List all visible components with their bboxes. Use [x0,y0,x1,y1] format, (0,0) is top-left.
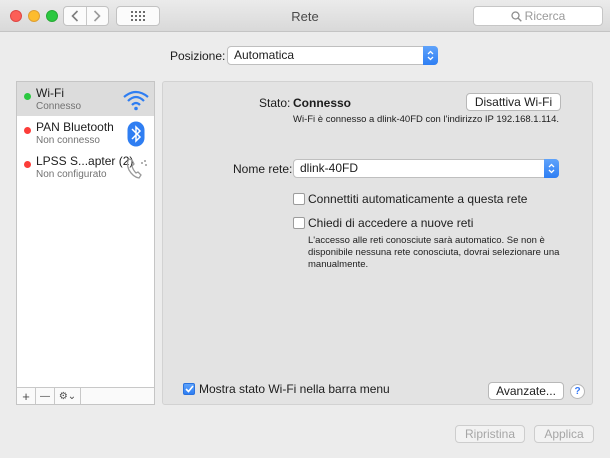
service-list: Wi-Fi Connesso PAN Bluetooth Non conness… [16,81,155,405]
auto-join-label: Connettiti automaticamente a questa rete [308,192,528,206]
search-icon [511,10,522,22]
network-name-label: Nome rete: [233,162,293,176]
title-bar: Rete Ricerca [0,0,610,32]
status-dot-green [24,93,31,100]
ask-join-description-line-3: manualmente. [308,259,369,270]
bluetooth-icon [122,120,150,148]
apply-button[interactable]: Applica [534,425,594,443]
status-description: Wi-Fi è connesso a dlink-40FD con l'indi… [293,114,560,125]
add-service-button[interactable]: + [17,388,36,404]
location-value: Automatica [234,48,295,62]
show-menu-checkbox[interactable] [183,383,195,395]
gear-menu-button[interactable]: ⚙︎⌄ [55,388,81,404]
ask-join-checkbox[interactable] [293,217,305,229]
disable-wifi-button[interactable]: Disattiva Wi-Fi [466,93,561,111]
phone-icon [122,154,150,182]
ask-join-description-line-1: L'accesso alle reti conosciute sarà auto… [308,235,545,246]
location-label: Posizione: [170,49,226,63]
ask-join-label: Chiedi di accedere a nuove reti [308,216,474,230]
updown-icon [423,46,438,65]
wifi-icon [122,86,150,114]
status-label: Stato: [259,96,291,110]
updown-icon [544,159,559,178]
checkmark-icon [184,385,194,393]
ask-join-description-line-2: disponibile nessuna rete conosciuta, dov… [308,247,560,258]
search-input[interactable]: Ricerca [473,6,603,26]
service-item-lpss[interactable]: LPSS S...apter (2) Non configurato [17,150,154,184]
service-status: Non configurato [36,169,107,180]
status-dot-red [24,161,31,168]
service-status: Non connesso [36,135,100,146]
service-name: Wi-Fi [36,86,64,100]
search-placeholder: Ricerca [524,9,566,23]
revert-button[interactable]: Ripristina [455,425,525,443]
detail-panel: Stato: Connesso Disattiva Wi-Fi Wi-Fi è … [162,81,593,405]
service-status: Connesso [36,101,82,112]
service-name: LPSS S...apter (2) [36,154,134,168]
network-select[interactable]: dlink-40FD [293,159,559,178]
remove-service-button[interactable]: — [36,388,55,404]
help-button[interactable]: ? [570,384,585,399]
list-toolbar: + — ⚙︎⌄ [17,387,154,404]
service-item-wifi[interactable]: Wi-Fi Connesso [17,82,154,116]
network-value: dlink-40FD [300,161,359,175]
auto-join-checkbox[interactable] [293,193,305,205]
service-item-bluetooth[interactable]: PAN Bluetooth Non connesso [17,116,154,150]
service-name: PAN Bluetooth [36,120,114,134]
location-select[interactable]: Automatica [227,46,438,65]
advanced-button[interactable]: Avanzate... [488,382,564,400]
status-value: Connesso [293,96,352,110]
status-dot-red [24,127,31,134]
show-menu-label: Mostra stato Wi-Fi nella barra menu [199,382,390,396]
